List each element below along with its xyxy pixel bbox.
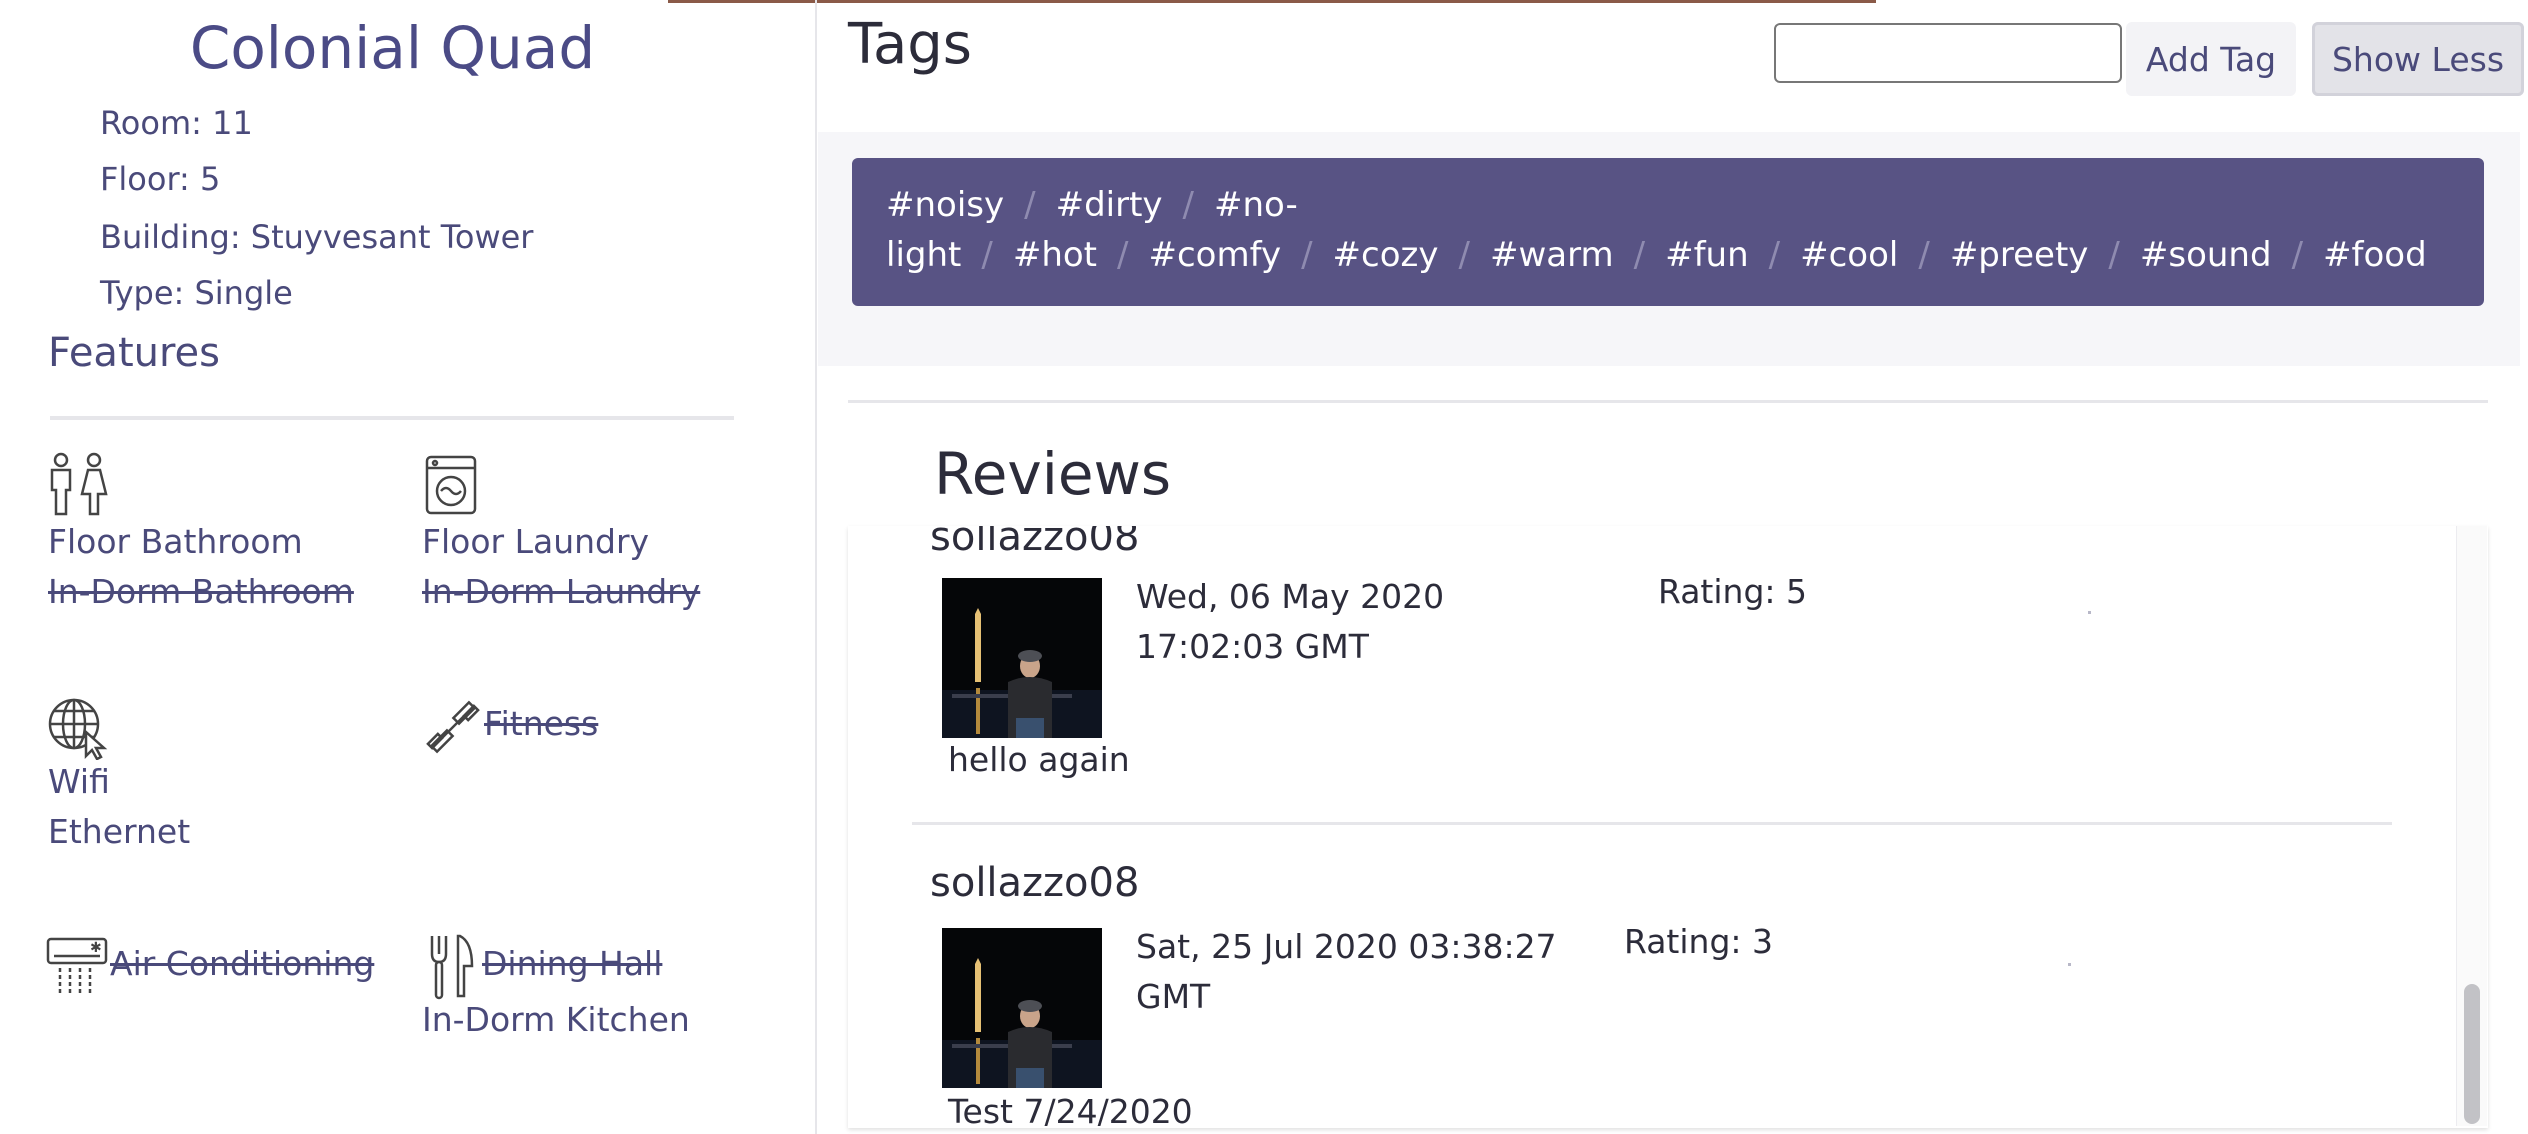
fitness-label: Fitness xyxy=(484,704,599,743)
tag-chip[interactable]: #hot xyxy=(1013,235,1097,275)
review-text: hello again xyxy=(948,740,1130,779)
wifi-label: Wifi xyxy=(48,762,110,801)
tag-separator: / xyxy=(1768,235,1781,275)
reviews-heading: Reviews xyxy=(934,440,1172,508)
show-less-button[interactable]: Show Less xyxy=(2312,22,2524,96)
dorm-name: Colonial Quad xyxy=(189,14,596,82)
tag-chip[interactable]: #warm xyxy=(1490,235,1614,275)
add-tag-button[interactable]: Add Tag xyxy=(2126,22,2296,96)
tag-chip[interactable]: #fun xyxy=(1665,235,1749,275)
tag-separator: / xyxy=(1182,185,1195,225)
reviewer-photo xyxy=(942,578,1102,738)
air-conditioning-label: Air Conditioning xyxy=(110,944,375,983)
tag-chip[interactable]: #noisy xyxy=(886,185,1004,225)
washing-machine-icon xyxy=(425,455,477,515)
review-date: Sat, 25 Jul 2020 03:38:27 GMT xyxy=(1136,927,1557,1016)
ethernet-label: Ethernet xyxy=(48,812,191,851)
tag-chip[interactable]: #food xyxy=(2323,235,2427,275)
dorm-details-panel: Colonial Quad Room: 11 Floor: 5 Building… xyxy=(0,0,817,1134)
tag-input[interactable] xyxy=(1774,23,2122,83)
tag-separator: / xyxy=(1633,235,1646,275)
review-username: sollazzo08 xyxy=(930,526,1140,560)
tag-chip[interactable]: #sound xyxy=(2140,235,2272,275)
tags-list: #noisy / #dirty / #no-light / #hot / #comfy / #coz… xyxy=(852,158,2484,306)
section-divider xyxy=(848,400,2488,403)
restroom-icon xyxy=(50,452,108,516)
tag-separator: / xyxy=(981,235,993,275)
tag-chip[interactable]: #preety xyxy=(1950,235,2089,275)
tag-separator: / xyxy=(2291,235,2304,275)
review-rating: Rating: 5 xyxy=(1658,572,1807,611)
globe-cursor-icon xyxy=(48,698,108,760)
top-image-edge xyxy=(668,0,1876,3)
dumbbell-icon xyxy=(426,700,480,754)
tag-chip[interactable]: #cool xyxy=(1800,235,1898,275)
review-marker xyxy=(2088,611,2091,614)
tags-heading: Tags xyxy=(848,12,972,77)
review-text: Test 7/24/2020 xyxy=(948,1092,1193,1128)
tag-chip[interactable]: #dirty xyxy=(1056,185,1163,225)
tag-separator: / xyxy=(1301,235,1313,275)
features-divider xyxy=(50,416,734,420)
fork-knife-icon xyxy=(430,934,474,1000)
floor-bathroom-label: Floor Bathroom xyxy=(48,522,303,561)
tag-chip[interactable]: #cozy xyxy=(1333,235,1439,275)
svg-text:✱: ✱ xyxy=(90,940,102,956)
review-scrollbar-thumb[interactable] xyxy=(2464,984,2480,1124)
tag-separator: / xyxy=(2108,235,2120,275)
tag-separator: / xyxy=(1458,235,1470,275)
in-dorm-kitchen-label: In-Dorm Kitchen xyxy=(422,1000,690,1039)
room-info: Room: 11 xyxy=(100,104,253,142)
tag-separator: / xyxy=(1024,185,1036,225)
floor-laundry-label: Floor Laundry xyxy=(422,522,650,561)
review-username: sollazzo08 xyxy=(930,860,1140,906)
type-info: Type: Single xyxy=(100,274,293,312)
review-date: Wed, 06 May 2020 17:02:03 GMT xyxy=(1136,577,1445,666)
dining-hall-label: Dining Hall xyxy=(482,944,663,983)
in-dorm-laundry-label: In-Dorm Laundry xyxy=(422,572,701,611)
in-dorm-bathroom-label: In-Dorm Bathroom xyxy=(48,572,354,611)
review-separator xyxy=(912,822,2392,825)
air-conditioner-icon: ✱ xyxy=(46,937,108,994)
building-info: Building: Stuyvesant Tower xyxy=(100,218,534,256)
tag-separator: / xyxy=(1117,235,1129,275)
floor-info: Floor: 5 xyxy=(100,160,221,198)
tag-chip[interactable]: #comfy xyxy=(1148,235,1281,275)
features-heading: Features xyxy=(48,330,220,376)
reviewer-photo xyxy=(942,928,1102,1088)
tag-separator: / xyxy=(1918,235,1930,275)
review-rating: Rating: 3 xyxy=(1624,922,1773,961)
review-list[interactable]: sollazzo08 Wed, 06 May 2020 17:02:03 GMT… xyxy=(848,526,2488,1128)
review-marker xyxy=(2068,963,2071,966)
